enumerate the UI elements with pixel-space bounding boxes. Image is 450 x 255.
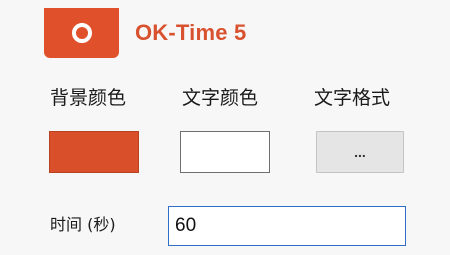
background-color-label: 背景颜色 bbox=[50, 87, 127, 109]
text-color-label: 文字颜色 bbox=[182, 87, 259, 109]
settings-panel: OK-Time 5 背景颜色 文字颜色 文字格式 ... 时间 (秒) bbox=[0, 0, 450, 255]
app-title: OK-Time 5 bbox=[135, 20, 247, 45]
background-color-swatch[interactable] bbox=[49, 131, 139, 173]
circle-logo-icon bbox=[71, 22, 93, 44]
text-format-label: 文字格式 bbox=[314, 87, 391, 109]
text-format-button[interactable]: ... bbox=[316, 131, 404, 173]
time-seconds-label: 时间 (秒) bbox=[50, 215, 116, 234]
text-color-swatch[interactable] bbox=[180, 131, 270, 173]
time-seconds-input[interactable] bbox=[168, 206, 406, 246]
app-logo bbox=[44, 8, 119, 58]
